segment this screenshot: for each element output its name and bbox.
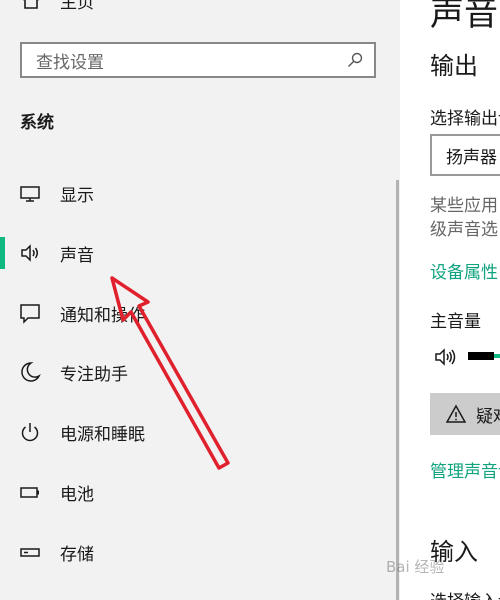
power-icon [21,423,39,442]
search-settings-box[interactable]: 查找设置 [20,42,376,78]
output-device-select[interactable]: 扬声器 [430,134,500,176]
home-icon [23,0,39,9]
settings-sidebar: 主页 查找设置 系统 显示 声音 通知和操作 专注助手 电源和睡眠 电池 存储 [0,0,400,600]
storage-icon [20,548,40,557]
sound-settings-panel: 声音 输出 选择输出设备 扬声器 某些应用 级声音选 设备属性 主音量 疑难解答… [400,0,500,600]
choose-output-label: 选择输出设备 [430,109,500,129]
search-icon[interactable] [346,51,364,69]
sidebar-item-display[interactable]: 显示 [0,171,396,215]
sidebar-item-label: 存储 [60,544,94,565]
section-title-system: 系统 [20,113,54,133]
sidebar-item-label: 通知和操作 [60,305,145,326]
sidebar-scrollbar[interactable] [396,180,399,600]
sidebar-item-label: 显示 [60,185,94,206]
choose-input-label: 选择输入设备 [430,587,500,600]
search-input[interactable]: 查找设置 [22,48,346,73]
sidebar-item-battery[interactable]: 电池 [0,470,396,514]
page-title: 声音 [430,0,498,34]
home-nav-item[interactable]: 主页 [20,0,94,13]
sidebar-item-label: 电源和睡眠 [60,424,145,445]
output-hint-text: 某些应用 级声音选 [430,194,498,242]
selection-indicator [0,237,5,269]
sidebar-item-power-sleep[interactable]: 电源和睡眠 [0,410,396,454]
monitor-icon [20,186,40,202]
master-volume-label: 主音量 [430,312,481,332]
watermark: Bai 经验 [386,558,445,576]
troubleshoot-button[interactable]: 疑难解答 [430,393,500,435]
sidebar-item-label: 专注助手 [60,364,128,385]
sidebar-item-label: 电池 [60,484,94,505]
hint-line: 某些应用 [430,196,498,216]
home-label: 主页 [60,0,94,13]
sidebar-item-notifications[interactable]: 通知和操作 [0,291,396,335]
notification-icon [20,304,40,324]
troubleshoot-label: 疑难解答 [476,406,500,427]
hint-line: 级声音选 [430,220,498,240]
device-properties-link[interactable]: 设备属性 [430,258,498,283]
sidebar-item-sound[interactable]: 声音 [0,231,396,275]
sidebar-item-label: 声音 [60,245,94,266]
speaker-icon [21,244,38,262]
volume-icon[interactable] [434,346,460,368]
warning-icon [446,404,466,423]
battery-icon [20,487,39,498]
moon-icon [21,362,41,382]
output-heading: 输出 [430,52,478,80]
manage-sound-devices-link[interactable]: 管理声音设备 [430,457,500,482]
sidebar-item-storage[interactable]: 存储 [0,530,396,574]
sidebar-item-focus-assist[interactable]: 专注助手 [0,350,396,394]
master-volume-thumb[interactable] [468,352,494,360]
